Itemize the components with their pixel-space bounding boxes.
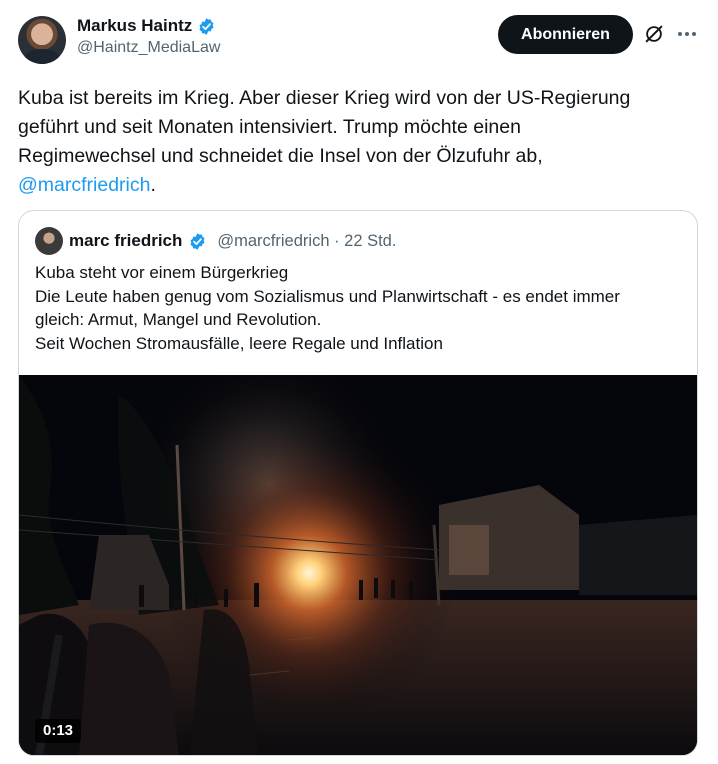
author-handle[interactable]: @Haintz_MediaLaw	[77, 39, 220, 57]
quoted-text-line: Die Leute haben genug vom Sozialismus un…	[35, 286, 620, 306]
post-text-line: Kuba ist bereits im Krieg. Aber dieser K…	[18, 87, 631, 109]
author-name[interactable]: Markus Haintz	[77, 16, 192, 36]
more-icon[interactable]	[676, 23, 698, 45]
post-text: Kuba ist bereits im Krieg. Aber dieser K…	[18, 84, 698, 200]
mention-link[interactable]: @marcfriedrich	[18, 174, 150, 196]
quoted-author-name[interactable]: marc friedrich	[69, 231, 182, 251]
quoted-text-line: Seit Wochen Stromausfälle, leere Regale …	[35, 333, 443, 353]
verified-badge-icon	[190, 232, 205, 250]
post-text-mention-line: @marcfriedrich.	[18, 171, 698, 200]
quoted-text-line: gleich: Armut, Mangel und Revolution.	[35, 310, 322, 329]
quoted-author-handle-time[interactable]: @marcfriedrich · 22 Std.	[217, 232, 396, 251]
verified-badge-icon	[199, 17, 214, 35]
author-info: Markus Haintz @Haintz_MediaLaw	[77, 15, 220, 57]
quoted-text-line: Kuba steht vor einem Bürgerkrieg	[35, 263, 289, 282]
grok-icon[interactable]	[643, 23, 665, 45]
mention-suffix: .	[150, 174, 156, 196]
quoted-post[interactable]: marc friedrich @marcfriedrich · 22 Std. …	[18, 210, 698, 756]
subscribe-button[interactable]: Abonnieren	[498, 15, 633, 54]
post-text-line: Regimewechsel und schneidet die Insel vo…	[18, 145, 543, 167]
video-player[interactable]: 0:13	[19, 375, 697, 755]
post-header: Markus Haintz @Haintz_MediaLaw Abonniere…	[0, 0, 718, 70]
video-thumbnail	[19, 375, 697, 755]
video-duration-badge: 0:13	[35, 719, 82, 743]
quoted-post-header: marc friedrich @marcfriedrich · 22 Std.	[35, 227, 396, 255]
quoted-post-text: Kuba steht vor einem Bürgerkrieg Die Leu…	[35, 261, 685, 355]
post-text-line: geführt und seit Monaten intensiviert. T…	[18, 116, 521, 138]
quoted-author-avatar[interactable]	[35, 227, 63, 255]
author-avatar[interactable]	[18, 16, 66, 64]
